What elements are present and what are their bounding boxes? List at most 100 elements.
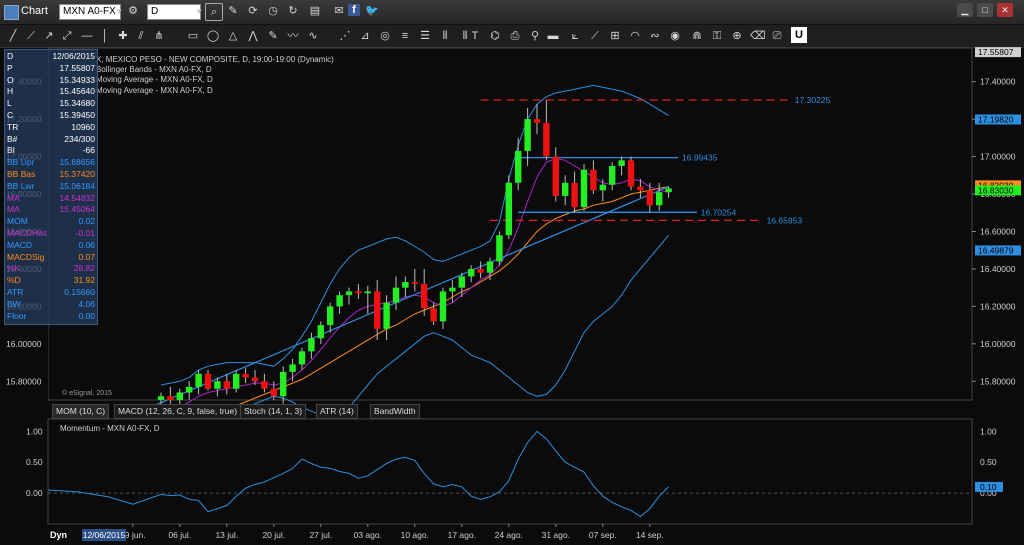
triangle-tool-icon[interactable]: △ (226, 28, 240, 44)
ellipse-tool-icon[interactable]: ◯ (206, 28, 220, 44)
interval-input[interactable] (147, 4, 201, 20)
left-price-tick-label: 15.80000 (6, 376, 42, 386)
candle-body (533, 119, 541, 123)
data-window-key: D (7, 51, 14, 61)
symbol-input[interactable] (59, 4, 121, 20)
study-tab[interactable]: Stoch (14, 1, 3) (240, 404, 307, 419)
data-window-value: 0.06 (78, 239, 95, 250)
pitchfork-tool-icon[interactable]: ⋔ (152, 28, 166, 44)
data-window-value: 15.06184 (59, 180, 95, 191)
magnet-icon[interactable]: ⋒ (690, 28, 704, 44)
candle-body (590, 169, 597, 191)
data-window-key: MA (7, 204, 20, 215)
chart-settings-icon[interactable]: ▤ (308, 3, 322, 19)
eye-icon[interactable]: ◉ (668, 28, 682, 44)
curve-tool-icon[interactable]: ∿ (306, 28, 320, 44)
note-tool-icon[interactable]: ⎙ (508, 28, 522, 44)
search-icon[interactable]: ⌕ (205, 3, 223, 21)
data-window-key: MA (7, 192, 20, 203)
study-tab[interactable]: MOM (10, C) (52, 404, 110, 419)
price-tick-label: 16.40000 (980, 264, 1016, 274)
momentum-tick-label: 1.00 (980, 426, 997, 436)
text-tool-icon[interactable]: T (468, 28, 482, 44)
channel-tool-icon[interactable]: ⫽ (134, 28, 148, 44)
data-window-row: MA 15.45064 (7, 204, 95, 215)
camera-icon[interactable]: ⎚ (770, 28, 784, 44)
data-window-key: P (7, 62, 13, 73)
fibonacci-circles-tool-icon[interactable]: ◎ (378, 28, 392, 44)
sync-icon[interactable]: ↻ (286, 3, 300, 19)
candle-body (627, 160, 635, 187)
vertical-line-tool-icon[interactable]: │ (98, 28, 112, 44)
study-tab[interactable]: MACD (12, 26, C, 9, false, true) (114, 404, 242, 419)
left-momentum-tick-label: 0.00 (26, 488, 43, 498)
data-window-key: BW (7, 298, 21, 309)
date-box[interactable]: 12/06/2015 (82, 529, 126, 541)
level-label: 16.65953 (767, 215, 803, 225)
candle-body (157, 396, 165, 400)
zoom-in-icon[interactable]: ⊕ (730, 28, 744, 44)
eraser-icon[interactable]: ⌫ (750, 28, 766, 44)
data-window-row: ATR 0.15660 (7, 287, 95, 298)
extended-line-tool-icon[interactable]: ⤢ (60, 28, 74, 44)
candle-body (646, 190, 653, 206)
data-window-key: %D (7, 275, 21, 286)
cross-tool-icon[interactable]: ✚ (116, 28, 130, 44)
horizontal-line-tool-icon[interactable]: ― (80, 28, 94, 44)
candle-body (195, 373, 202, 387)
regression-tool-icon[interactable]: ⟋ (588, 28, 602, 44)
pencil-tool-icon[interactable]: ✎ (266, 28, 280, 44)
ray-tool-icon[interactable]: ⟋ (24, 28, 38, 44)
line-tool-icon[interactable]: ╱ (6, 28, 20, 44)
brush-tool-icon[interactable]: 〰 (286, 28, 300, 44)
time-zones-tool-icon[interactable]: ⦀ (438, 28, 452, 44)
candle-body (486, 261, 494, 273)
study-tab[interactable]: ATR (14) (316, 404, 358, 419)
measure-tool-icon[interactable]: ⟀ (568, 28, 582, 44)
fibonacci-extension-tool-icon[interactable]: ☰ (418, 28, 432, 44)
minimize-button[interactable]: ▁ (957, 3, 973, 17)
price-axis-tag-label: 17.55807 (978, 47, 1014, 57)
data-window-value: 14.54832 (59, 192, 95, 203)
refresh-icon[interactable]: ⟳ (246, 3, 260, 19)
data-window-row: MACDSig 0.07 (7, 252, 95, 263)
time-tick-label: 06 jul. (168, 530, 191, 540)
marker-tool-icon[interactable]: ⚲ (528, 28, 542, 44)
chart-canvas[interactable]: 17.30225 16.99435 16.70254 16.65953 17.4000… (0, 47, 1024, 545)
arrow-line-tool-icon[interactable]: ↗ (42, 28, 56, 44)
candle-body (383, 302, 390, 329)
interval-dropdown-icon[interactable]: ▼ (194, 4, 204, 20)
arc-tool-icon[interactable]: ◠ (628, 28, 642, 44)
maximize-button[interactable]: □ (977, 3, 993, 17)
dyn-label[interactable]: Dyn (50, 530, 67, 540)
data-window-value: 15.34680 (59, 98, 95, 109)
rectangle-tool-icon[interactable]: ▭ (186, 28, 200, 44)
gann-tool-icon[interactable]: ⊞ (608, 28, 622, 44)
fibonacci-retracement-tool-icon[interactable]: ≡ (398, 28, 412, 44)
wave-tool-icon[interactable]: ∾ (648, 28, 662, 44)
data-window[interactable]: D 12/06/2015 P 17.55807 O 15.34933 H 15.45640 L 1… (4, 49, 98, 325)
candle-body (233, 373, 240, 389)
close-button[interactable]: ✕ (997, 3, 1013, 17)
lock-icon[interactable]: ⚿ (710, 28, 724, 44)
polyline-tool-icon[interactable]: ⋀ (246, 28, 260, 44)
data-window-value: 15.39450 (59, 110, 95, 120)
study-tab[interactable]: BandWidth (370, 404, 420, 419)
facebook-icon[interactable]: f (348, 4, 360, 16)
candle-body (477, 268, 484, 273)
twitter-icon[interactable]: 🐦 (365, 3, 379, 19)
legend-line-4: Moving Average - MXN A0-FX, D (96, 86, 213, 95)
price-label-tool-icon[interactable]: ▬ (546, 28, 560, 44)
cursor-mode-icon[interactable]: U (791, 27, 807, 43)
email-icon[interactable]: ✉ (332, 3, 346, 19)
pencil-icon[interactable]: ✎ (226, 3, 240, 19)
clock-icon[interactable]: ◷ (266, 3, 280, 19)
callout-tool-icon[interactable]: ⌬ (488, 28, 502, 44)
link-icon[interactable]: ⚙ (126, 3, 140, 19)
symbol-dropdown-icon[interactable]: ▼ (114, 4, 124, 20)
data-window-key: BB Lwr (7, 180, 35, 191)
data-window-key: ATR (7, 287, 24, 297)
fibonacci-fan-tool-icon[interactable]: ⋰ (338, 28, 352, 44)
time-tick-label: 03 ago. (354, 530, 382, 540)
speed-resistance-tool-icon[interactable]: ⊿ (358, 28, 372, 44)
